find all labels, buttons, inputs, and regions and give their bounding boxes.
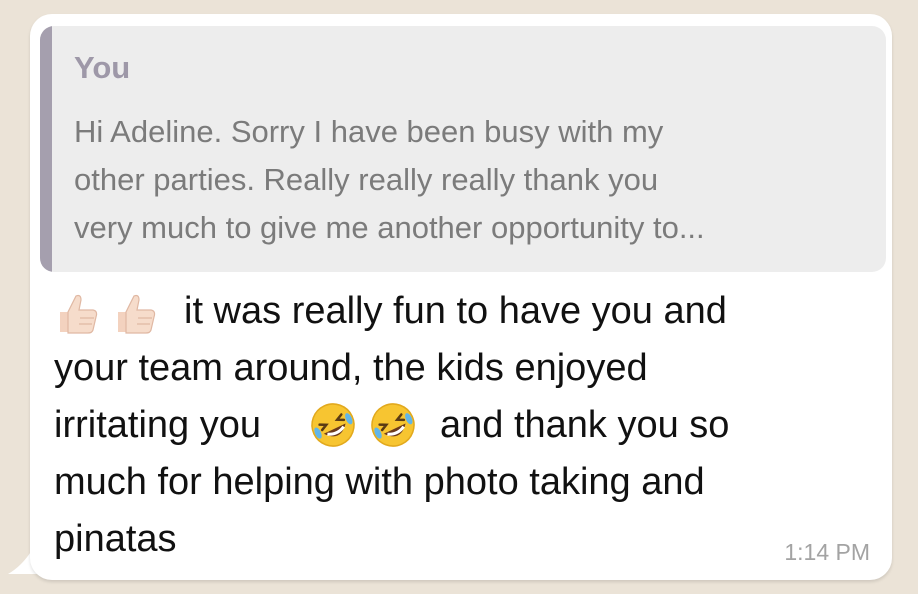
thumbs-up-icon xyxy=(60,294,98,334)
message-line-2: your team around, the kids enjoyed xyxy=(54,347,648,389)
message-line-4: much for helping with photo taking and xyxy=(54,461,705,503)
message-line-3b: and thank you so xyxy=(440,404,730,446)
quote-text: Hi Adeline. Sorry I have been busy with … xyxy=(74,114,705,245)
quote-accent-bar xyxy=(40,26,52,272)
quote-author: You xyxy=(74,50,131,85)
message-line-5: pinatas xyxy=(54,518,177,560)
thumbs-up-icon xyxy=(118,294,156,334)
quoted-message[interactable]: You Hi Adeline. Sorry I have been busy w… xyxy=(40,26,886,272)
rolling-on-floor-laughing-icon xyxy=(311,403,355,447)
message-timestamp: 1:14 PM xyxy=(784,539,870,565)
rolling-on-floor-laughing-icon xyxy=(371,403,415,447)
message-line-3: irritating you xyxy=(54,404,261,446)
message-line-1: it was really fun to have you and xyxy=(184,290,727,332)
